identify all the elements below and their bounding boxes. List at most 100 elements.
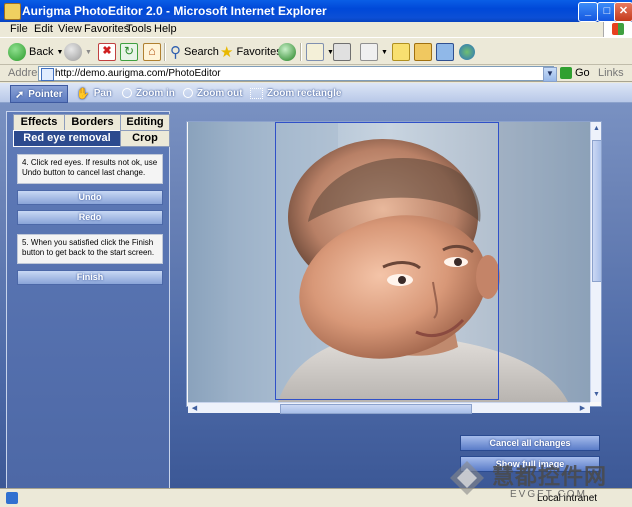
back-button[interactable]: Back ▼ <box>8 42 63 62</box>
research-button[interactable] <box>414 42 432 62</box>
browser-toolbar: Back ▼ ▼ ✖ ↻ ⌂ ⚲ Search ★ Favorites ▼ ▼ <box>0 37 632 65</box>
back-arrow-icon <box>8 43 26 61</box>
page-icon <box>41 68 54 81</box>
red-eye-instruction: 4. Click red eyes. If results not ok, us… <box>17 154 163 184</box>
tab-crop[interactable]: Crop <box>120 130 170 147</box>
zoom-rectangle-tool[interactable]: Zoom rectangle <box>250 85 341 101</box>
horizontal-scroll-thumb[interactable] <box>280 404 472 414</box>
media-button[interactable] <box>278 42 296 62</box>
ie-page-icon <box>6 492 18 504</box>
pan-tool[interactable]: ✋ Pan <box>76 85 112 101</box>
favorites-button[interactable]: ★ Favorites <box>220 42 282 62</box>
menu-favorites[interactable]: Favorites <box>84 23 129 35</box>
research-icon <box>414 43 432 61</box>
home-button[interactable]: ⌂ <box>143 42 161 62</box>
address-input[interactable] <box>38 66 554 81</box>
print-icon <box>333 43 351 61</box>
scroll-left-icon[interactable]: ◀ <box>190 404 199 413</box>
search-icon: ⚲ <box>170 44 181 61</box>
messenger-icon <box>436 43 454 61</box>
scroll-right-icon[interactable]: ▶ <box>578 404 587 413</box>
watermark: 慧都控件网 EVGET.COM <box>440 455 632 507</box>
print-button[interactable] <box>333 42 351 62</box>
forward-dropdown-icon[interactable]: ▼ <box>85 49 92 56</box>
address-bar: Address ▼ Go Links <box>0 65 632 82</box>
pointer-icon: ➚ <box>15 88 25 101</box>
discuss-button[interactable] <box>392 42 410 62</box>
zoom-rectangle-label: Zoom rectangle <box>267 87 342 99</box>
zoom-out-tool[interactable]: Zoom out <box>183 85 243 101</box>
people-icon <box>459 44 475 60</box>
media-icon <box>278 43 296 61</box>
tab-effects[interactable]: Effects <box>13 114 65 131</box>
search-label: Search <box>184 46 219 58</box>
scroll-up-icon[interactable]: ▲ <box>592 124 601 133</box>
stop-icon: ✖ <box>98 43 116 61</box>
zoom-in-icon <box>122 88 132 98</box>
forward-button[interactable]: ▼ <box>64 42 92 62</box>
finish-instruction: 5. When you satisfied click the Finish b… <box>17 234 163 264</box>
menu-help[interactable]: Help <box>154 23 177 35</box>
edit-page-icon <box>360 43 378 61</box>
watermark-text: 慧都控件网 <box>492 465 608 490</box>
back-label: Back <box>29 46 54 58</box>
minimize-button[interactable]: _ <box>578 2 598 22</box>
stop-button[interactable]: ✖ <box>98 42 116 62</box>
refresh-button[interactable]: ↻ <box>120 42 138 62</box>
menu-view[interactable]: View <box>58 23 82 35</box>
messenger-button[interactable] <box>436 42 454 62</box>
vertical-scrollbar[interactable]: ▲ ▼ <box>590 122 602 402</box>
windows-flag-icon <box>603 22 632 37</box>
zoom-out-label: Zoom out <box>197 87 243 99</box>
mail-icon <box>306 43 324 61</box>
tab-editing[interactable]: Editing <box>120 114 170 131</box>
undo-button[interactable]: Undo <box>17 190 163 205</box>
favorites-label: Favorites <box>236 46 282 58</box>
editor-toolbar: ➚ Pointer ✋ Pan Zoom in Zoom out Zoom re… <box>0 83 632 103</box>
tab-red-eye-removal[interactable]: Red eye removal <box>13 130 121 147</box>
people-button[interactable] <box>459 42 475 62</box>
menu-tools[interactable]: Tools <box>126 23 152 35</box>
edit-button[interactable]: ▼ <box>360 42 388 62</box>
close-button[interactable]: ✕ <box>614 2 632 22</box>
cancel-all-changes-button[interactable]: Cancel all changes <box>460 435 600 451</box>
refresh-icon: ↻ <box>120 43 138 61</box>
redo-button[interactable]: Redo <box>17 210 163 225</box>
zoom-in-label: Zoom in <box>136 87 175 99</box>
pan-label: Pan <box>93 87 113 99</box>
scroll-down-icon[interactable]: ▼ <box>592 390 601 399</box>
watermark-url: EVGET.COM <box>510 489 587 500</box>
window-title: Aurigma PhotoEditor 2.0 - Microsoft Inte… <box>22 4 327 18</box>
mail-button[interactable]: ▼ <box>306 42 334 62</box>
tab-borders[interactable]: Borders <box>64 114 121 131</box>
pointer-tool[interactable]: ➚ Pointer <box>10 85 68 103</box>
selection-rectangle[interactable] <box>275 122 499 400</box>
menu-bar: File Edit View Favorites Tools Help <box>0 22 632 37</box>
pointer-label: Pointer <box>28 88 63 100</box>
back-dropdown-icon[interactable]: ▼ <box>56 49 63 56</box>
menu-edit[interactable]: Edit <box>34 23 53 35</box>
go-arrow-icon[interactable] <box>560 67 572 79</box>
zoom-out-icon <box>183 88 193 98</box>
zoom-in-tool[interactable]: Zoom in <box>122 85 175 101</box>
app-icon <box>4 3 21 20</box>
tools-panel: Effects Borders Editing Red eye removal … <box>6 111 170 489</box>
horizontal-scrollbar[interactable]: ◀ ▶ <box>188 402 590 414</box>
zoom-rectangle-icon <box>250 87 263 99</box>
finish-button[interactable]: Finish <box>17 270 163 285</box>
forward-arrow-icon <box>64 43 82 61</box>
watermark-logo-icon <box>450 461 484 495</box>
discuss-icon <box>392 43 410 61</box>
hand-icon: ✋ <box>76 87 90 100</box>
vertical-scroll-thumb[interactable] <box>592 140 602 282</box>
photo-canvas[interactable] <box>188 122 590 402</box>
home-icon: ⌂ <box>143 43 161 61</box>
search-button[interactable]: ⚲ Search <box>170 42 219 62</box>
links-label[interactable]: Links <box>598 67 624 79</box>
favorites-star-icon: ★ <box>220 44 234 61</box>
window-titlebar: Aurigma PhotoEditor 2.0 - Microsoft Inte… <box>0 0 632 22</box>
go-button[interactable]: Go <box>575 67 590 79</box>
address-dropdown-icon[interactable]: ▼ <box>543 67 557 82</box>
edit-dropdown-icon[interactable]: ▼ <box>381 49 388 56</box>
menu-file[interactable]: File <box>10 23 28 35</box>
